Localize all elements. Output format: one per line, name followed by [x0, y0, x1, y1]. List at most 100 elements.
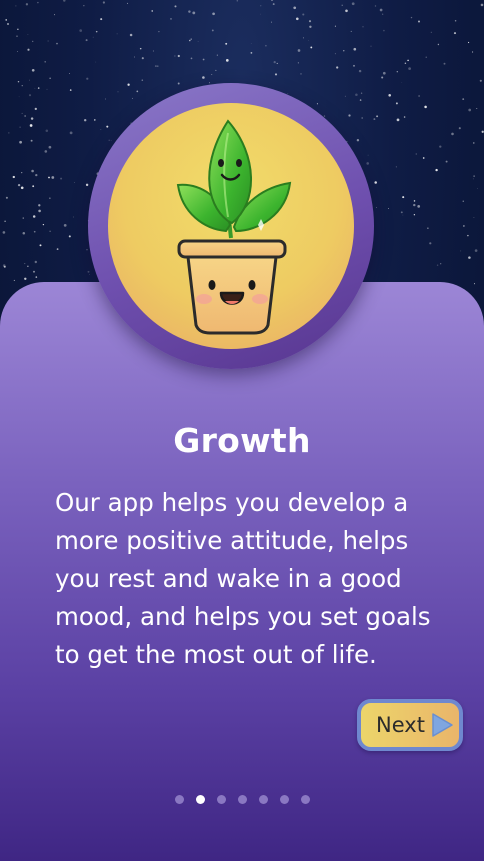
- star: [417, 205, 421, 208]
- star: [69, 89, 72, 91]
- star: [373, 118, 376, 121]
- star: [473, 175, 475, 177]
- star: [417, 20, 421, 23]
- star: [21, 85, 23, 87]
- star: [46, 88, 48, 90]
- star: [309, 25, 312, 28]
- star: [45, 129, 49, 132]
- star: [158, 30, 160, 33]
- star: [5, 196, 8, 199]
- star: [63, 224, 67, 227]
- star: [225, 42, 228, 45]
- star: [439, 145, 442, 148]
- star: [425, 56, 427, 58]
- star: [440, 263, 442, 265]
- star: [250, 42, 252, 44]
- star: [151, 10, 153, 12]
- star: [336, 66, 339, 69]
- pagination-dot[interactable]: [300, 795, 310, 804]
- star: [473, 283, 476, 285]
- star: [83, 118, 87, 122]
- star: [374, 5, 377, 7]
- smiling-plant-pot-icon: [176, 119, 292, 335]
- star: [85, 39, 88, 42]
- star: [19, 140, 22, 144]
- star: [154, 65, 157, 68]
- screen-description: Our app helps you develop a more positiv…: [55, 488, 431, 669]
- star: [134, 56, 135, 58]
- star: [19, 126, 21, 128]
- star: [177, 82, 180, 85]
- star: [265, 44, 267, 47]
- star: [424, 105, 427, 109]
- star: [341, 4, 343, 6]
- star: [152, 50, 154, 52]
- star: [32, 215, 36, 218]
- star: [16, 35, 18, 37]
- star: [401, 82, 403, 83]
- star: [127, 2, 129, 4]
- star: [396, 118, 400, 122]
- star: [170, 18, 172, 20]
- star: [192, 11, 196, 15]
- star: [95, 61, 97, 63]
- star: [250, 52, 253, 54]
- pagination-dot-active[interactable]: [195, 795, 205, 804]
- star: [95, 30, 98, 33]
- star: [216, 54, 218, 56]
- next-button[interactable]: Next: [357, 699, 463, 751]
- star: [276, 62, 278, 64]
- star: [35, 276, 38, 278]
- pagination-dot[interactable]: [216, 795, 226, 804]
- star: [408, 67, 411, 70]
- star: [68, 235, 71, 238]
- star: [468, 108, 472, 112]
- star: [87, 270, 90, 273]
- star: [56, 248, 59, 251]
- star: [208, 82, 211, 84]
- star: [297, 62, 299, 64]
- star: [451, 132, 454, 136]
- star: [271, 0, 273, 1]
- star: [308, 20, 312, 23]
- star: [479, 79, 482, 82]
- star: [345, 9, 348, 13]
- star: [13, 279, 15, 281]
- star: [415, 153, 417, 155]
- star: [236, 0, 239, 2]
- star: [174, 5, 177, 8]
- star: [396, 71, 398, 73]
- pagination-dot[interactable]: [237, 795, 247, 804]
- star: [413, 200, 416, 202]
- star: [12, 175, 15, 179]
- star: [42, 223, 45, 226]
- illustration-badge: [88, 83, 374, 369]
- star: [4, 220, 6, 223]
- star: [480, 3, 484, 7]
- star: [49, 230, 51, 232]
- pagination-dot[interactable]: [174, 795, 184, 804]
- star: [293, 6, 297, 10]
- star: [379, 8, 383, 12]
- star: [353, 47, 357, 51]
- star: [34, 87, 36, 89]
- star: [362, 26, 364, 28]
- star: [86, 77, 89, 80]
- star: [30, 117, 34, 120]
- star: [418, 95, 420, 97]
- star: [382, 71, 386, 75]
- star: [225, 59, 229, 62]
- star: [157, 65, 159, 67]
- star: [32, 40, 34, 43]
- star: [34, 107, 37, 111]
- star: [136, 90, 139, 93]
- star: [334, 25, 336, 27]
- pagination-dot[interactable]: [279, 795, 289, 804]
- star: [476, 108, 478, 109]
- screen-title: Growth: [173, 421, 311, 460]
- star: [351, 2, 355, 6]
- pagination-dot[interactable]: [258, 795, 268, 804]
- star: [177, 54, 180, 58]
- star: [2, 264, 6, 267]
- star: [400, 211, 403, 214]
